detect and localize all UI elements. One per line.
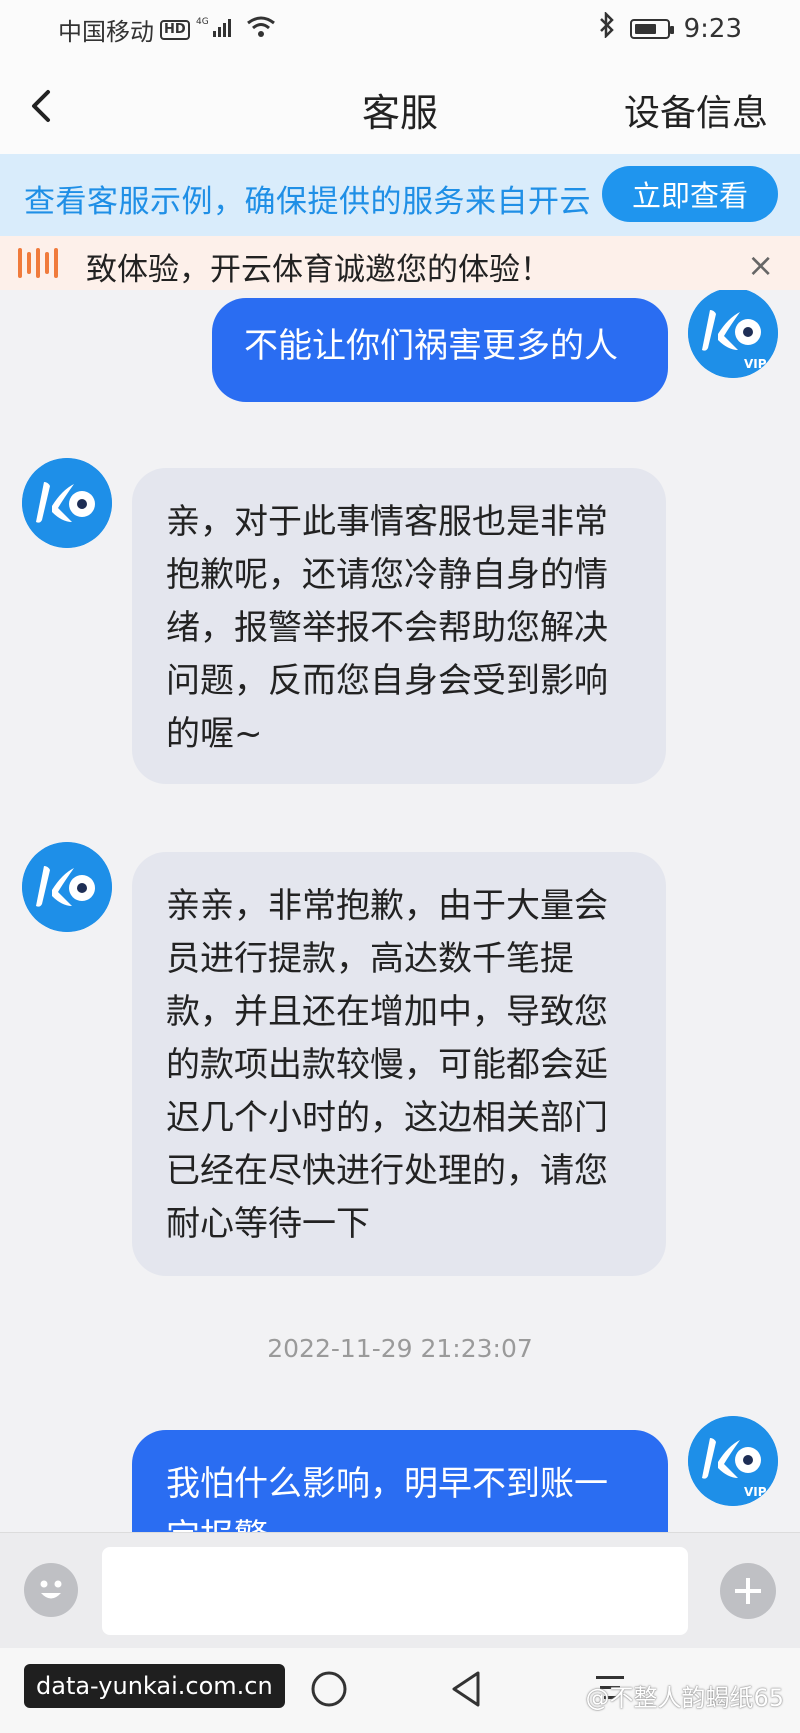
agent-message-bubble: 亲，对于此事情客服也是非常 抱歉呢，还请您冷静自身的情 绪，报警举报不会帮助您解…	[132, 468, 666, 784]
system-nav-bar: data-yunkai.com.cn @不整人韵蝎纸65	[0, 1648, 800, 1733]
signal-icon: 4G	[196, 15, 240, 45]
agent-message-bubble: 亲亲，非常抱歉，由于大量会 员进行提款，高达数千笔提 款，并且还在增加中，导致您…	[132, 852, 666, 1276]
vip-logo-icon: VIP	[688, 1416, 778, 1506]
message-line: 亲亲，非常抱歉，由于大量会	[166, 886, 608, 926]
message-line: 问题，反而您自身会受到影响	[166, 661, 608, 701]
message-line: 定报警	[166, 1511, 634, 1532]
user-avatar[interactable]: VIP	[688, 1416, 778, 1506]
user-message-bubble: 我怕什么影响，明早不到账一 定报警	[132, 1430, 668, 1532]
notice-bar: 致体验，开云体育诚邀您的体验！ ×	[0, 236, 800, 290]
chat-area[interactable]: 不能让你们祸害更多的人 VIP 亲，对于此事情客服也是非常 抱歉呢，还请您冷静自…	[0, 290, 800, 1532]
clock-label: 9:23	[683, 13, 742, 44]
vip-label: VIP	[744, 357, 767, 371]
triangle-back-icon	[452, 1671, 480, 1707]
app-root: 中国移动 HD 4G 9:23 客服 设备信息 查看客服示例，确保提供的服务来自…	[0, 0, 800, 1733]
back-nav-button[interactable]	[446, 1668, 486, 1714]
message-line: 耐心等待一下	[166, 1204, 370, 1244]
input-bar	[0, 1532, 800, 1648]
emoji-icon	[40, 1580, 62, 1599]
vip-label: VIP	[744, 1485, 767, 1499]
circle-icon	[311, 1671, 347, 1707]
message-line: 员进行提款，高达数千笔提	[166, 939, 574, 979]
close-icon[interactable]: ×	[747, 246, 774, 284]
agent-avatar[interactable]	[22, 842, 112, 932]
plus-button[interactable]	[720, 1563, 776, 1619]
user-avatar[interactable]: VIP	[688, 290, 778, 378]
message-line: 的款项出款较慢，可能都会延	[166, 1045, 608, 1085]
wifi-icon	[246, 15, 276, 45]
message-line: 迟几个小时的，这边相关部门	[166, 1098, 608, 1138]
announcement-icon	[18, 246, 64, 280]
message-line: 亲，对于此事情客服也是非常	[166, 502, 608, 542]
message-line: 已经在尽快进行处理的，请您	[166, 1151, 608, 1191]
status-right: 9:23	[598, 10, 742, 45]
message-line: 款，并且还在增加中，导致您	[166, 992, 608, 1032]
banner-text: 查看客服示例，确保提供的服务来自开云	[24, 184, 591, 220]
brand-logo-icon	[22, 842, 112, 932]
emoji-button[interactable]	[24, 1563, 78, 1617]
message-line: 绪，报警举报不会帮助您解决	[166, 608, 608, 648]
top-header: 客服 设备信息	[0, 58, 800, 154]
message-input[interactable]	[102, 1547, 688, 1635]
watermark-right: @不整人韵蝎纸65	[585, 1684, 784, 1712]
notice-text: 致体验，开云体育诚邀您的体验！	[86, 252, 551, 288]
message-line: 的喔~	[166, 714, 263, 754]
hd-badge: HD	[160, 19, 190, 40]
home-button[interactable]	[308, 1668, 350, 1714]
bluetooth-icon	[598, 10, 616, 45]
user-message-bubble: 不能让你们祸害更多的人	[212, 298, 668, 402]
plus-icon	[735, 1578, 761, 1604]
view-now-button[interactable]: 立即查看	[602, 166, 778, 222]
device-info-button[interactable]: 设备信息	[624, 84, 768, 136]
agent-avatar[interactable]	[22, 458, 112, 548]
status-left: 中国移动 HD 4G	[58, 12, 276, 47]
vip-logo-icon: VIP	[688, 290, 778, 378]
status-bar: 中国移动 HD 4G 9:23	[0, 0, 800, 58]
carrier-label: 中国移动	[58, 18, 154, 46]
message-line: 抱歉呢，还请您冷静自身的情	[166, 555, 608, 595]
battery-icon	[629, 18, 674, 39]
message-timestamp: 2022-11-29 21:23:07	[267, 1334, 533, 1363]
network-type-label: 4G	[196, 17, 209, 27]
watermark-left: data-yunkai.com.cn	[24, 1664, 285, 1708]
battery-level-fill	[634, 23, 656, 34]
brand-logo-icon	[22, 458, 112, 548]
message-text: 不能让你们祸害更多的人	[244, 326, 618, 366]
verify-banner: 查看客服示例，确保提供的服务来自开云 立即查看	[0, 154, 800, 236]
message-line: 我怕什么影响，明早不到账一	[166, 1464, 608, 1504]
